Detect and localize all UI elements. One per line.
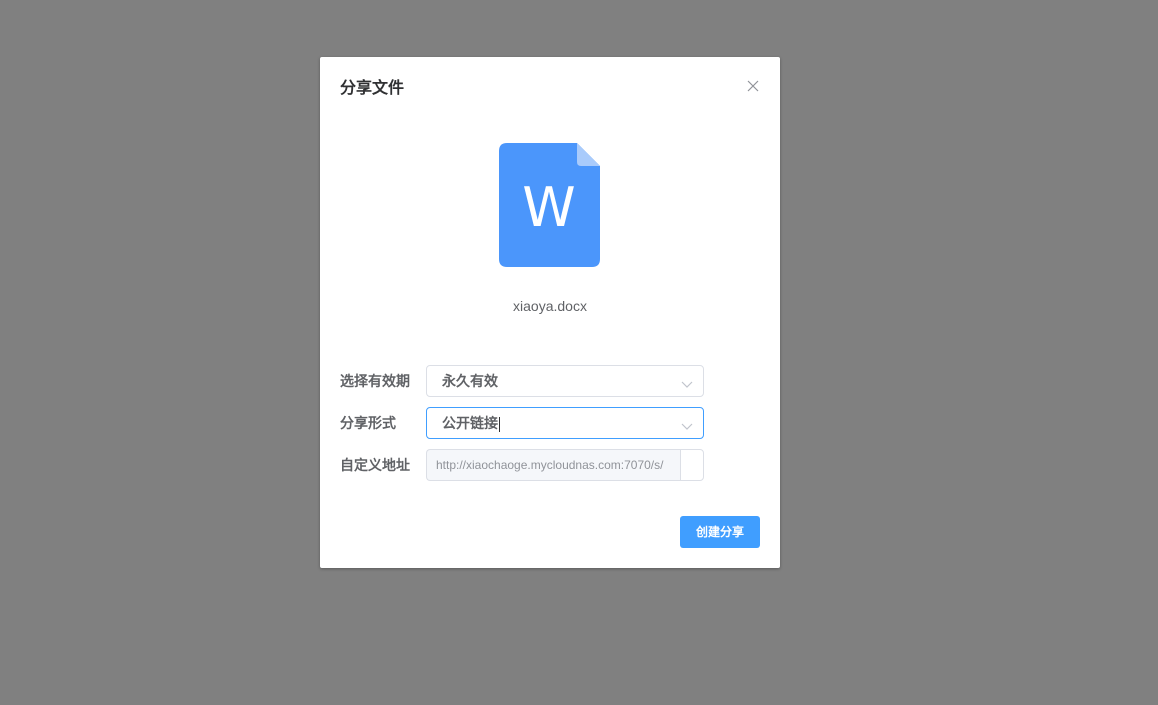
custom-address-prefix: http://xiaochaoge.mycloudnas.com:7070/s/ (426, 449, 680, 481)
custom-address-input[interactable] (680, 449, 704, 481)
chevron-down-icon (681, 376, 693, 388)
expiry-select[interactable]: 永久有效 (426, 365, 704, 397)
share-type-value-text: 公开链接 (442, 415, 498, 431)
file-name: xiaoya.docx (513, 298, 587, 314)
dialog-title: 分享文件 (340, 80, 405, 97)
share-type-label: 分享形式 (340, 415, 396, 431)
expiry-label: 选择有效期 (340, 373, 410, 389)
share-type-row: 分享形式 公开链接 (340, 407, 760, 439)
custom-address-group: http://xiaochaoge.mycloudnas.com:7070/s/ (426, 449, 704, 481)
share-type-select[interactable]: 公开链接 (426, 407, 704, 439)
expiry-select-value: 永久有效 (442, 373, 498, 389)
word-icon-letter: W (522, 176, 575, 239)
share-file-dialog: 分享文件 W xiaoya.docx 选择有效期 永久有效 分享形式 公开链接 (320, 57, 780, 568)
expiry-row: 选择有效期 永久有效 (340, 365, 760, 397)
create-share-button[interactable]: 创建分享 (680, 516, 760, 548)
custom-address-prefix-text: http://xiaochaoge.mycloudnas.com:7070/s/ (436, 458, 664, 472)
share-type-select-value: 公开链接 (442, 408, 500, 438)
chevron-down-icon (681, 418, 693, 430)
custom-address-label: 自定义地址 (340, 457, 410, 473)
custom-address-row: 自定义地址 http://xiaochaoge.mycloudnas.com:7… (340, 449, 760, 481)
close-icon[interactable] (746, 79, 760, 93)
text-cursor (499, 416, 500, 432)
word-document-icon: W (499, 143, 600, 267)
